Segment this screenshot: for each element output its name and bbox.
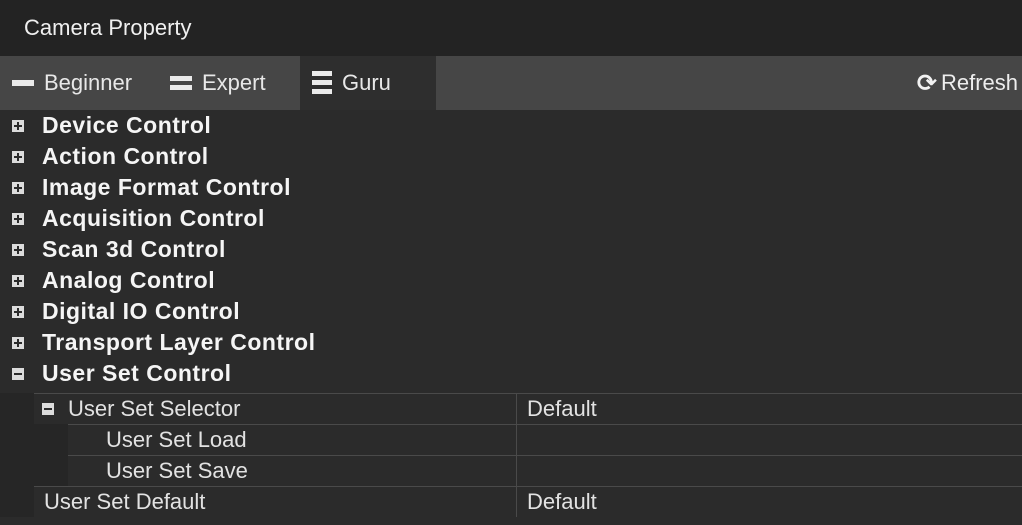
property-name: User Set Load — [106, 427, 247, 452]
property-name-cell: User Set Selector — [34, 393, 516, 424]
tab-expert[interactable]: Expert — [170, 56, 266, 110]
property-name-cell: User Set Save — [68, 455, 516, 486]
refresh-label: Refresh — [940, 70, 1018, 95]
expand-plus-icon[interactable] — [12, 119, 24, 132]
category-action-control[interactable]: Action Control — [0, 141, 209, 172]
category-label: Image Format Control — [42, 174, 291, 200]
property-row-user-set-load[interactable]: User Set Load — [0, 424, 1022, 455]
property-tree: Device Control Action Control Image Form… — [0, 110, 1022, 525]
expand-plus-icon[interactable] — [12, 212, 24, 225]
property-name: User Set Selector — [68, 396, 241, 421]
beginner-level-icon — [12, 80, 34, 86]
category-device-control[interactable]: Device Control — [0, 110, 211, 141]
category-analog-control[interactable]: Analog Control — [0, 265, 215, 296]
expand-plus-icon[interactable] — [12, 150, 24, 163]
tab-beginner[interactable]: Beginner — [12, 56, 132, 110]
property-name-cell: User Set Load — [68, 424, 516, 455]
collapse-minus-icon[interactable] — [42, 403, 54, 415]
property-value: Default — [527, 396, 597, 421]
category-label: Analog Control — [42, 267, 216, 293]
indent-gutter — [0, 486, 34, 517]
tab-expert-label: Expert — [202, 70, 266, 95]
tab-guru[interactable]: Guru — [300, 56, 436, 110]
property-value-dropdown[interactable]: Default — [516, 486, 1022, 517]
category-image-format-control[interactable]: Image Format Control — [0, 172, 291, 203]
tab-guru-label: Guru — [342, 70, 391, 95]
category-label: Transport Layer Control — [42, 329, 316, 355]
tab-beginner-label: Beginner — [44, 70, 133, 95]
property-row-user-set-default[interactable]: User Set Default Default — [0, 486, 1022, 517]
property-value: Default — [527, 489, 597, 514]
expand-plus-icon[interactable] — [12, 274, 24, 287]
category-digital-io-control[interactable]: Digital IO Control — [0, 296, 240, 327]
category-scan-3d-control[interactable]: Scan 3d Control — [0, 234, 226, 265]
expand-plus-icon[interactable] — [12, 305, 24, 318]
category-label: Scan 3d Control — [42, 236, 226, 262]
category-transport-layer-control[interactable]: Transport Layer Control — [0, 327, 315, 358]
window-title-bar: Camera Property — [0, 0, 1022, 56]
collapse-minus-icon[interactable] — [12, 367, 24, 380]
refresh-icon: ⟳ — [916, 69, 937, 97]
property-value-cell[interactable] — [516, 424, 1022, 455]
indent-gutter — [0, 455, 68, 486]
indent-gutter — [0, 424, 68, 455]
window-title: Camera Property — [24, 15, 192, 40]
property-value-cell[interactable] — [516, 455, 1022, 486]
property-value-dropdown[interactable]: Default — [516, 393, 1022, 424]
guru-level-icon — [312, 71, 332, 95]
property-name: User Set Save — [106, 458, 248, 483]
property-name: User Set Default — [44, 489, 206, 514]
expert-level-icon — [170, 76, 192, 90]
expand-plus-icon[interactable] — [12, 336, 24, 349]
property-row-user-set-save[interactable]: User Set Save — [0, 455, 1022, 486]
category-label: Digital IO Control — [42, 298, 241, 324]
property-name-cell: User Set Default — [34, 486, 516, 517]
category-user-set-control[interactable]: User Set Control — [0, 358, 231, 389]
category-acquisition-control[interactable]: Acquisition Control — [0, 203, 265, 234]
category-label: Acquisition Control — [42, 205, 265, 231]
refresh-button[interactable]: ⟳ Refresh — [917, 56, 1018, 110]
property-row-user-set-selector[interactable]: User Set Selector Default — [0, 393, 1022, 424]
category-label: Action Control — [42, 143, 209, 169]
expand-plus-icon[interactable] — [12, 181, 24, 194]
indent-gutter — [0, 393, 34, 424]
visibility-toolbar: Beginner Expert Guru ⟳ Refresh — [0, 56, 1022, 110]
category-label: User Set Control — [42, 360, 232, 386]
expand-plus-icon[interactable] — [12, 243, 24, 256]
category-label: Device Control — [42, 112, 212, 138]
